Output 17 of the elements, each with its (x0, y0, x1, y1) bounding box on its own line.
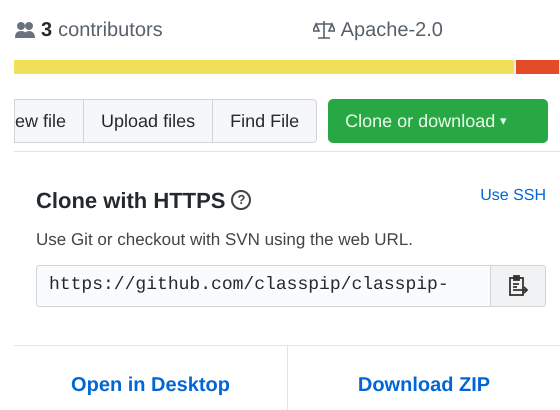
clone-description: Use Git or checkout with SVN using the web URL. (35, 229, 414, 251)
toolbar-button[interactable]: ew file (15, 100, 84, 142)
panel-title: Clone with HTTPS (36, 187, 226, 215)
license-link[interactable]: Apache-2.0 (340, 15, 443, 45)
contributors-link[interactable]: contributors (58, 15, 163, 45)
toolbar-button[interactable]: Upload files (83, 100, 212, 142)
action-link[interactable]: Download ZIP (358, 370, 490, 400)
copy-button[interactable] (491, 264, 546, 306)
action-link[interactable]: Open in Desktop (71, 370, 230, 400)
url-field[interactable]: https://github.com/classpip/classpip- (36, 264, 491, 306)
use-ssh-link[interactable]: Use SSH (480, 184, 546, 208)
contributors-count[interactable]: 3 (41, 15, 52, 45)
clipboard-icon (508, 274, 528, 296)
help-icon[interactable]: ? (231, 190, 252, 210)
toolbar-button[interactable]: Find File (212, 100, 316, 142)
people-icon (15, 21, 35, 39)
scale-icon (312, 20, 335, 40)
